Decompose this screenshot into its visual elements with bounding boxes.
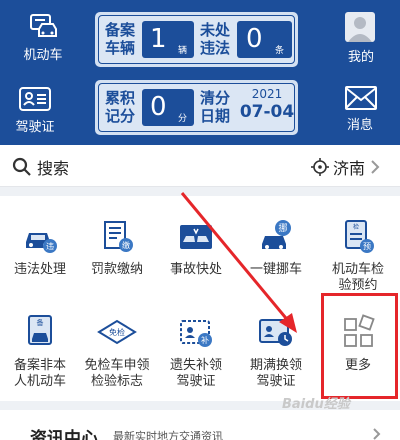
service-label: 罚款缴纳 — [90, 262, 143, 277]
license-replace-icon: 补 — [180, 320, 212, 347]
reg-unit: 辆 — [178, 46, 188, 56]
vehicle-nav[interactable]: 机动车 — [8, 12, 78, 63]
service-label-line2: 验预约 — [338, 278, 378, 293]
vehicle-nav-label: 机动车 — [23, 48, 63, 63]
service-fine[interactable]: 缴 罚款缴纳 — [77, 216, 157, 278]
news-title: 资讯中心 — [30, 429, 98, 440]
score-label-1: 累积 — [105, 89, 136, 107]
svg-text:缴: 缴 — [122, 240, 130, 250]
search-bar[interactable]: 搜索 济南 — [0, 145, 400, 187]
move-car-icon: 挪 — [262, 220, 291, 249]
date-label-1: 清分 — [200, 89, 231, 107]
service-label: 一键挪车 — [249, 262, 302, 277]
service-label: 事故快处 — [169, 262, 222, 277]
car-violation-icon: 违 — [26, 233, 57, 253]
reg-count: 1 — [150, 24, 167, 54]
service-label: 备案非本 — [13, 358, 66, 373]
license-nav[interactable]: 驾驶证 — [0, 86, 70, 135]
score-unit: 分 — [178, 114, 188, 124]
svg-text:违: 违 — [46, 242, 54, 251]
date-day: 07-04 — [239, 102, 295, 122]
service-label: 遗失补领 — [169, 358, 222, 373]
date-year: 2021 — [251, 87, 283, 101]
profile-label[interactable]: 我的 — [348, 46, 374, 65]
viol-label-2: 违法 — [200, 39, 231, 57]
message-label[interactable]: 消息 — [347, 114, 373, 133]
reg-label-2: 车辆 — [105, 39, 136, 57]
svg-text:检: 检 — [353, 223, 359, 231]
license-renew-icon — [259, 319, 292, 346]
message-nav[interactable] — [345, 86, 377, 114]
service-label: 机动车检 — [331, 262, 384, 277]
service-label: 免检车申领 — [84, 358, 150, 373]
chevron-right-icon — [371, 160, 380, 174]
service-label-line2: 检验标志 — [90, 374, 143, 389]
service-label-line2: 驾驶证 — [176, 374, 216, 389]
viol-count-box: 0 条 — [237, 21, 292, 58]
license-nav-label: 驾驶证 — [15, 120, 55, 135]
viol-unit: 条 — [275, 46, 285, 56]
service-license-replace[interactable]: 补 遗失补领 驾驶证 — [156, 312, 236, 390]
service-move-car[interactable]: 挪 一键挪车 — [236, 216, 316, 278]
avatar-icon — [348, 17, 372, 42]
fine-payment-icon: 缴 — [104, 221, 133, 252]
inspection-booking-icon: 检 预 — [345, 220, 374, 253]
date-label-2: 日期 — [200, 107, 231, 125]
svg-text:挪: 挪 — [278, 222, 287, 234]
license-panel[interactable]: 累积 记分 0 分 清分 日期 2021 07-04 — [95, 80, 298, 135]
svg-text:备: 备 — [37, 318, 44, 327]
location-icon — [311, 158, 329, 176]
score-box: 0 分 — [142, 89, 194, 126]
news-section[interactable]: 资讯中心 最新实时地方交通资讯 — [0, 410, 400, 440]
reg-label-1: 备案 — [105, 21, 136, 39]
svg-text:免检: 免检 — [109, 327, 125, 337]
service-violation[interactable]: 违 违法处理 — [0, 216, 80, 278]
svg-text:预: 预 — [363, 241, 371, 251]
car-icon — [30, 14, 57, 37]
accident-icon — [180, 225, 212, 249]
service-accident[interactable]: 事故快处 — [156, 216, 236, 278]
service-label: 期满换领 — [249, 358, 302, 373]
license-card-icon — [19, 87, 51, 111]
service-label: 违法处理 — [13, 262, 66, 277]
header: 机动车 驾驶证 备案 车辆 1 辆 未处 违法 0 条 累积 记分 0 分 清分… — [0, 0, 400, 145]
reg-count-box: 1 辆 — [142, 21, 194, 58]
service-license-renew[interactable]: 期满换领 驾驶证 — [236, 312, 316, 390]
chevron-right-icon — [373, 428, 381, 440]
service-label-line2: 驾驶证 — [256, 374, 296, 389]
score-value: 0 — [150, 92, 167, 122]
search-input[interactable]: 搜索 — [37, 155, 69, 179]
service-record-vehicle[interactable]: 备 备案非本 人机动车 — [0, 312, 80, 390]
service-inspection-booking[interactable]: 检 预 机动车检 验预约 — [318, 216, 398, 294]
viol-count: 0 — [246, 24, 263, 54]
search-icon — [12, 157, 31, 176]
city-selector[interactable]: 济南 — [333, 155, 365, 179]
viol-label-1: 未处 — [200, 21, 231, 39]
exempt-inspection-icon: 免检 — [97, 319, 137, 345]
service-exempt-inspection[interactable]: 免检 免检车申领 检验标志 — [77, 312, 157, 390]
envelope-icon — [345, 86, 377, 110]
watermark: Baidu经验 — [282, 397, 350, 412]
news-subtitle: 最新实时地方交通资讯 — [113, 430, 223, 440]
avatar[interactable] — [345, 12, 375, 42]
vehicle-panel[interactable]: 备案 车辆 1 辆 未处 违法 0 条 — [95, 12, 298, 67]
highlight-box — [321, 293, 398, 399]
record-vehicle-icon: 备 — [28, 315, 52, 345]
score-label-2: 记分 — [105, 107, 136, 125]
service-label-line2: 人机动车 — [13, 374, 66, 389]
svg-text:补: 补 — [201, 335, 209, 345]
